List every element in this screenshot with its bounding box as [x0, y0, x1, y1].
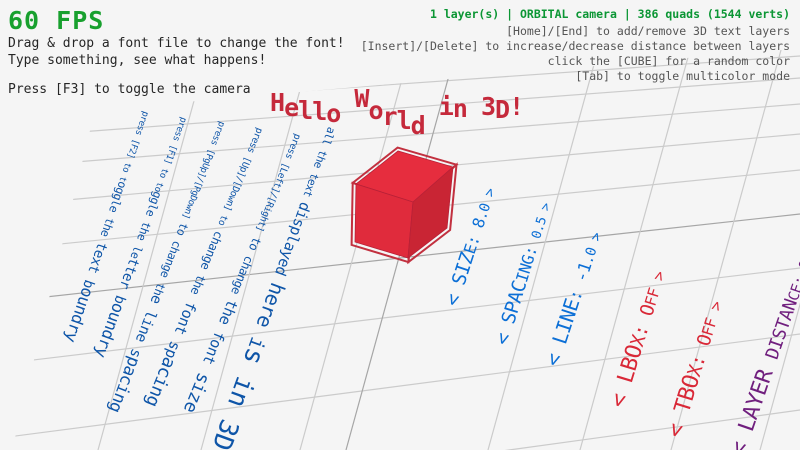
wave-letter: r [383, 102, 397, 131]
fps-counter: 60 FPS [8, 6, 104, 35]
wave-letter: i [439, 92, 453, 121]
wave-letter [340, 84, 354, 113]
wave-letter: W [354, 84, 368, 113]
render-status-line: 1 layer(s) | ORBITAL camera | 386 quads … [430, 7, 790, 21]
3d-text-demo-viewport: all the text displayed here is in 3Dpres… [0, 0, 800, 450]
hint-distance: [Insert]/[Delete] to increase/decrease d… [361, 39, 790, 53]
wave-letter: d [411, 111, 425, 140]
wave-letter: ! [509, 92, 523, 121]
wave-letter: 3 [481, 92, 495, 121]
wave-letter: e [284, 93, 298, 122]
wave-letter: l [397, 106, 411, 135]
wave-letter: H [270, 88, 284, 117]
hint-multicolor: [Tab] to toggle multicolor mode [575, 69, 790, 83]
hint-layers: [Home]/[End] to add/remove 3D text layer… [506, 24, 790, 38]
wave-letter: D [495, 95, 509, 124]
wave-letter: l [298, 96, 312, 125]
wave-letter: o [368, 96, 382, 125]
hint-cube-color: click the [CUBE] for a random color [548, 54, 790, 68]
hint-type: Type something, see what happens! [8, 53, 266, 68]
wave-letter: o [326, 99, 340, 128]
wave-letter [467, 84, 481, 113]
hint-camera: Press [F3] to toggle the camera [8, 82, 251, 97]
wave-letter: n [453, 94, 467, 123]
wave-letter: l [312, 97, 326, 126]
hint-drop-font: Drag & drop a font file to change the fo… [8, 36, 345, 51]
wave-3d-text: Hello World in 3D! [270, 84, 523, 113]
wave-letter [425, 84, 439, 113]
